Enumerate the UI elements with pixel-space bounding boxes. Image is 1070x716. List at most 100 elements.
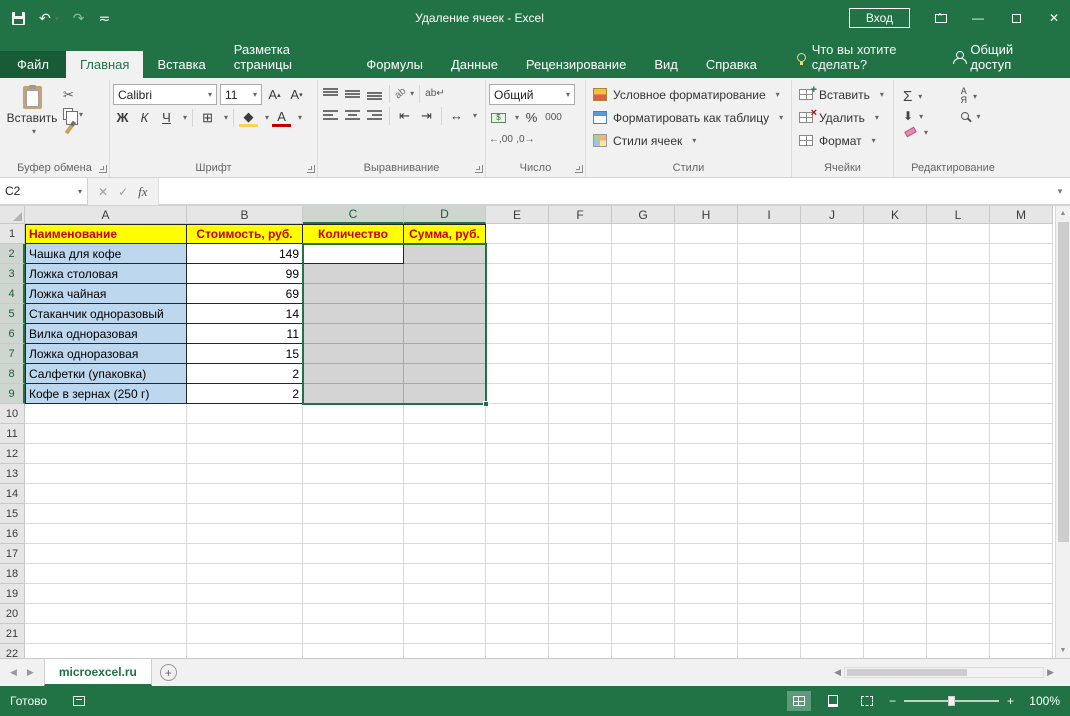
cell-H6[interactable]	[675, 324, 738, 344]
column-header-G[interactable]: G	[612, 206, 675, 224]
cell-E15[interactable]	[486, 504, 549, 524]
cell-B18[interactable]	[187, 564, 303, 584]
cell-A9[interactable]: Кофе в зернах (250 г)	[25, 384, 187, 404]
cell-D17[interactable]	[404, 544, 486, 564]
cell-K16[interactable]	[864, 524, 927, 544]
cell-A5[interactable]: Стаканчик одноразовый	[25, 304, 187, 324]
cell-M17[interactable]	[990, 544, 1053, 564]
hscroll-left-icon[interactable]: ◀	[834, 667, 841, 678]
cell-I18[interactable]	[738, 564, 801, 584]
cell-H18[interactable]	[675, 564, 738, 584]
row-header-1[interactable]: 1	[0, 224, 25, 244]
cell-C17[interactable]	[303, 544, 404, 564]
cell-B14[interactable]	[187, 484, 303, 504]
select-all-corner[interactable]	[0, 206, 25, 224]
cell-J16[interactable]	[801, 524, 864, 544]
cell-K21[interactable]	[864, 624, 927, 644]
comma-icon[interactable]: 000	[544, 108, 563, 127]
cell-E12[interactable]	[486, 444, 549, 464]
cell-J14[interactable]	[801, 484, 864, 504]
underline-button[interactable]: Ч	[157, 108, 176, 127]
cell-A21[interactable]	[25, 624, 187, 644]
row-header-11[interactable]: 11	[0, 424, 25, 444]
cell-D13[interactable]	[404, 464, 486, 484]
cell-J20[interactable]	[801, 604, 864, 624]
expand-formula-bar-icon[interactable]: ▾	[1050, 178, 1070, 205]
bold-button[interactable]: Ж	[113, 108, 132, 127]
cell-I5[interactable]	[738, 304, 801, 324]
name-box-dropdown-icon[interactable]: ▾	[78, 187, 82, 196]
cell-B22[interactable]	[187, 644, 303, 658]
horizontal-scroll-thumb[interactable]	[847, 669, 967, 676]
cell-L11[interactable]	[927, 424, 990, 444]
cell-F22[interactable]	[549, 644, 612, 658]
ribbon-display-options-icon[interactable]	[926, 6, 956, 30]
cell-D11[interactable]	[404, 424, 486, 444]
ribbon-tab-8[interactable]: Справка	[692, 51, 771, 78]
cell-I11[interactable]	[738, 424, 801, 444]
cell-G2[interactable]	[612, 244, 675, 264]
vertical-scroll-thumb[interactable]	[1058, 222, 1069, 542]
cell-L18[interactable]	[927, 564, 990, 584]
cell-K2[interactable]	[864, 244, 927, 264]
cell-J10[interactable]	[801, 404, 864, 424]
cell-K7[interactable]	[864, 344, 927, 364]
cell-B6[interactable]: 11	[187, 324, 303, 344]
cell-D7[interactable]	[404, 344, 486, 364]
column-header-C[interactable]: C	[303, 206, 404, 224]
cell-M11[interactable]	[990, 424, 1053, 444]
cell-M20[interactable]	[990, 604, 1053, 624]
cell-D15[interactable]	[404, 504, 486, 524]
wrap-text-icon[interactable]: ab↵	[425, 84, 445, 103]
cell-F7[interactable]	[549, 344, 612, 364]
file-tab[interactable]: Файл	[0, 51, 66, 78]
cell-D16[interactable]	[404, 524, 486, 544]
scroll-down-icon[interactable]: ▼	[1056, 643, 1070, 658]
horizontal-scrollbar[interactable]	[844, 667, 1044, 678]
cell-K17[interactable]	[864, 544, 927, 564]
cell-D10[interactable]	[404, 404, 486, 424]
cell-H8[interactable]	[675, 364, 738, 384]
cell-B21[interactable]	[187, 624, 303, 644]
row-header-6[interactable]: 6	[0, 324, 25, 344]
cell-I17[interactable]	[738, 544, 801, 564]
autosum-button[interactable]: Σ ▾	[903, 87, 951, 105]
cell-I15[interactable]	[738, 504, 801, 524]
ribbon-tab-1[interactable]: Главная	[66, 51, 143, 78]
name-box[interactable]: C2 ▾	[0, 178, 88, 205]
cell-I7[interactable]	[738, 344, 801, 364]
cell-A11[interactable]	[25, 424, 187, 444]
cell-G4[interactable]	[612, 284, 675, 304]
insert-function-icon[interactable]: fx	[138, 184, 147, 200]
cell-E11[interactable]	[486, 424, 549, 444]
cell-D6[interactable]	[404, 324, 486, 344]
italic-button[interactable]: К	[135, 108, 154, 127]
cell-F2[interactable]	[549, 244, 612, 264]
cell-J13[interactable]	[801, 464, 864, 484]
cell-H4[interactable]	[675, 284, 738, 304]
cell-C3[interactable]	[303, 264, 404, 284]
cell-E7[interactable]	[486, 344, 549, 364]
row-header-19[interactable]: 19	[0, 584, 25, 604]
cell-J2[interactable]	[801, 244, 864, 264]
cell-D9[interactable]	[404, 384, 486, 404]
cell-K8[interactable]	[864, 364, 927, 384]
row-header-13[interactable]: 13	[0, 464, 25, 484]
cell-J17[interactable]	[801, 544, 864, 564]
cell-A10[interactable]	[25, 404, 187, 424]
cell-F5[interactable]	[549, 304, 612, 324]
cell-K19[interactable]	[864, 584, 927, 604]
cell-K9[interactable]	[864, 384, 927, 404]
alignment-dialog-launcher-icon[interactable]	[475, 165, 483, 173]
sheet-nav-left-icon[interactable]: ◀	[10, 667, 17, 678]
find-select-button[interactable]: ▾	[961, 109, 1004, 123]
cell-F20[interactable]	[549, 604, 612, 624]
column-header-H[interactable]: H	[675, 206, 738, 224]
column-header-J[interactable]: J	[801, 206, 864, 224]
cell-J8[interactable]	[801, 364, 864, 384]
cell-J7[interactable]	[801, 344, 864, 364]
cell-H20[interactable]	[675, 604, 738, 624]
align-right-icon[interactable]	[365, 106, 384, 125]
cell-L5[interactable]	[927, 304, 990, 324]
cell-B3[interactable]: 99	[187, 264, 303, 284]
